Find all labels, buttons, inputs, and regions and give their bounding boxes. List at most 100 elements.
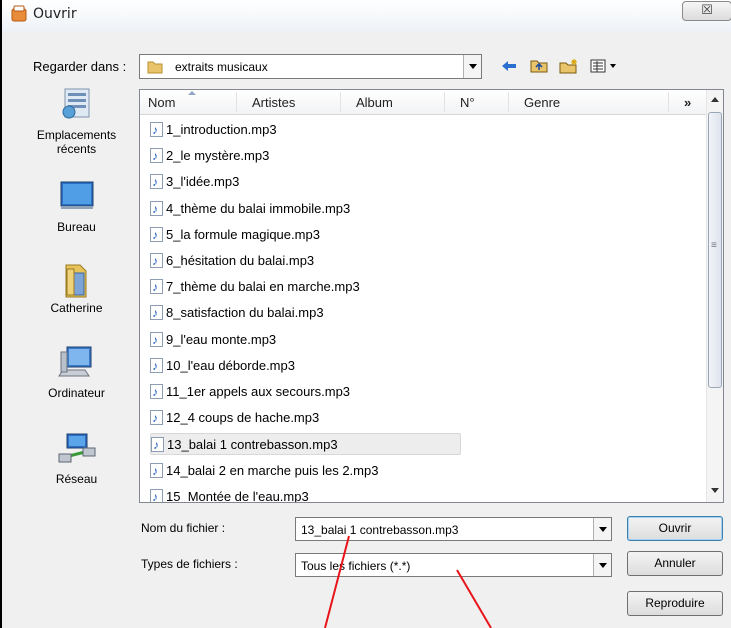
file-name: 14_balai 2 en marche puis les 2.mp3	[166, 462, 379, 478]
audio-file-icon	[150, 198, 163, 220]
file-row[interactable]: 6_hésitation du balai.mp3	[150, 250, 460, 272]
scroll-down-icon[interactable]	[711, 488, 719, 493]
column-separator	[340, 92, 341, 112]
file-name: 10_l'eau déborde.mp3	[166, 357, 295, 373]
file-list[interactable]: Nom Artistes Album N° Genre » 1_introduc…	[139, 89, 724, 503]
column-separator	[668, 92, 669, 112]
file-row[interactable]: 10_l'eau déborde.mp3	[150, 355, 460, 377]
recent-places-icon	[57, 86, 97, 122]
vertical-scrollbar[interactable]	[706, 90, 723, 502]
place-label: Réseau	[55, 472, 98, 486]
file-row[interactable]: 9_l'eau monte.mp3	[150, 329, 460, 351]
audio-file-icon	[150, 381, 163, 403]
place-desktop[interactable]: Bureau	[24, 178, 129, 234]
filename-label: Nom du fichier :	[141, 521, 226, 535]
cancel-button[interactable]: Annuler	[627, 551, 723, 576]
place-computer[interactable]: Ordinateur	[24, 344, 129, 400]
chevron-down-icon[interactable]	[593, 518, 611, 540]
file-name: 13_balai 1 contrebasson.mp3	[167, 437, 338, 453]
column-separator	[508, 92, 509, 112]
audio-file-icon	[150, 329, 163, 351]
place-label: Catherine	[50, 301, 103, 315]
up-folder-icon[interactable]	[529, 56, 549, 76]
filename-value[interactable]: 13_balai 1 contrebasson.mp3	[301, 523, 458, 537]
audio-file-icon	[150, 460, 163, 482]
filetype-value: Tous les fichiers (*.*)	[301, 559, 411, 573]
file-name: 11_1er appels aux secours.mp3	[166, 384, 351, 399]
close-icon: ☒	[701, 2, 713, 17]
look-in-label: Regarder dans :	[33, 59, 127, 74]
audio-file-icon	[150, 355, 163, 377]
file-name: 5_la formule magique.mp3	[166, 226, 320, 242]
file-row[interactable]: 1_introduction.mp3	[150, 119, 460, 141]
file-row[interactable]: 2_le mystère.mp3	[150, 145, 460, 167]
close-button[interactable]: ☒	[682, 1, 731, 21]
sort-ascending-icon	[188, 91, 196, 95]
file-row[interactable]: 13_balai 1 contrebasson.mp3	[150, 433, 461, 456]
column-album[interactable]: Album	[356, 95, 393, 110]
column-separator	[236, 92, 237, 112]
computer-icon	[57, 344, 97, 380]
audio-file-icon	[150, 250, 163, 272]
desktop-icon	[57, 178, 97, 214]
column-name[interactable]: Nom	[148, 95, 175, 110]
user-folder-icon	[57, 259, 97, 298]
file-row[interactable]: 12_4 coups de hache.mp3	[150, 407, 460, 429]
more-columns-icon[interactable]: »	[684, 95, 691, 110]
new-folder-icon[interactable]	[558, 56, 580, 76]
title-bar: Ouvrir ☒	[2, 0, 731, 32]
views-menu-icon[interactable]	[589, 56, 623, 76]
look-in-dropdown[interactable]: extraits musicaux	[139, 54, 482, 79]
folder-icon	[147, 61, 163, 74]
audio-file-icon	[150, 145, 163, 167]
file-name: 12_4 coups de hache.mp3	[166, 410, 320, 426]
file-name: 3_l'idée.mp3	[166, 174, 240, 190]
back-icon[interactable]	[500, 56, 518, 76]
filetype-dropdown[interactable]: Tous les fichiers (*.*)	[295, 553, 612, 577]
file-row[interactable]: 7_thème du balai en marche.mp3	[150, 276, 460, 298]
file-row[interactable]: 4_thème du balai immobile.mp3	[150, 198, 460, 220]
file-name: 9_l'eau monte.mp3	[166, 331, 277, 347]
audio-file-icon	[150, 224, 163, 246]
filename-input[interactable]: 13_balai 1 contrebasson.mp3	[295, 517, 612, 541]
file-row[interactable]: 8_satisfaction du balai.mp3	[150, 302, 460, 324]
audio-file-icon	[150, 171, 163, 193]
file-row[interactable]: 3_l'idée.mp3	[150, 171, 460, 193]
file-name: 6_hésitation du balai.mp3	[166, 253, 315, 268]
network-icon	[57, 430, 97, 466]
audio-file-icon	[150, 486, 163, 502]
audio-file-icon	[151, 434, 164, 456]
app-icon	[11, 5, 27, 22]
file-name: 15_Montée de l'eau.mp3	[166, 488, 309, 503]
audio-file-icon	[150, 407, 163, 429]
chevron-down-icon[interactable]	[593, 554, 611, 576]
file-row[interactable]: 11_1er appels aux secours.mp3	[150, 381, 460, 403]
file-name: 7_thème du balai en marche.mp3	[166, 279, 360, 295]
file-name: 2_le mystère.mp3	[166, 148, 270, 164]
scrollbar-thumb[interactable]	[708, 112, 722, 388]
place-network[interactable]: Réseau	[24, 430, 129, 486]
audio-file-icon	[150, 276, 163, 298]
file-name: 1_introduction.mp3	[166, 122, 277, 137]
open-button[interactable]: Ouvrir	[627, 516, 723, 541]
column-genre[interactable]: Genre	[524, 95, 560, 110]
column-number[interactable]: N°	[460, 95, 475, 110]
column-header: Nom Artistes Album N° Genre »	[140, 90, 706, 115]
column-artists[interactable]: Artistes	[252, 95, 295, 110]
audio-file-icon	[150, 302, 163, 324]
file-row[interactable]: 14_balai 2 en marche puis les 2.mp3	[150, 460, 460, 482]
place-label: Ordinateur	[48, 386, 105, 400]
place-recent[interactable]: Emplacements récents	[24, 86, 129, 156]
scroll-up-icon[interactable]	[711, 97, 719, 102]
file-row[interactable]: 5_la formule magique.mp3	[150, 224, 460, 246]
file-name: 8_satisfaction du balai.mp3	[166, 305, 324, 321]
look-in-value: extraits musicaux	[175, 60, 268, 74]
filetype-label: Types de fichiers :	[141, 557, 238, 571]
place-user[interactable]: Catherine	[24, 259, 129, 315]
column-separator	[444, 92, 445, 112]
places-bar: Emplacements récents Bureau Catherine Or…	[24, 86, 129, 504]
file-row[interactable]: 15_Montée de l'eau.mp3	[150, 486, 460, 503]
play-button[interactable]: Reproduire	[627, 591, 723, 616]
chevron-down-icon[interactable]	[463, 55, 481, 78]
audio-file-icon	[150, 119, 163, 141]
